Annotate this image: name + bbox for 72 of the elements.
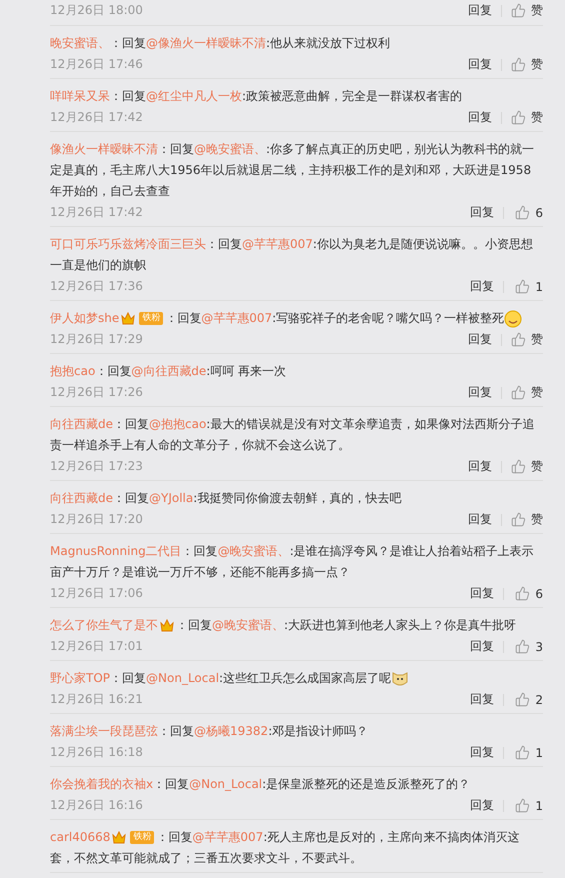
reply-link[interactable]: 回复 bbox=[468, 384, 492, 401]
like-button[interactable]: 赞 bbox=[511, 384, 543, 401]
comment-text: 向往西藏de：回复@抱抱cao:最大的错误就是没有对文革余孽追责，如果像对法西斯分子追责一样追杀手上有人命的文革分子，你就不会这么说了。 bbox=[50, 416, 536, 454]
comment-time: 12月26日 17:46 bbox=[50, 56, 144, 73]
comment-text: 怎么了你生气了是不 ：回复@晚安蜜语、:大跃进也算到他老人家头上？你是真牛批呀 bbox=[50, 617, 518, 634]
reply-link[interactable]: 回复 bbox=[470, 744, 494, 761]
like-button[interactable]: 3 bbox=[513, 639, 543, 654]
comment-time: 12月26日 17:01 bbox=[50, 638, 144, 655]
thumbs-up-icon bbox=[515, 745, 530, 760]
thumbs-up-icon bbox=[515, 279, 530, 294]
reply-link[interactable]: 回复 bbox=[470, 638, 494, 655]
reply-link[interactable]: 回复 bbox=[468, 458, 492, 475]
fan-badge: 铁粉 bbox=[130, 831, 154, 844]
like-button[interactable]: 6 bbox=[513, 205, 543, 220]
like-button[interactable]: 赞 bbox=[511, 511, 543, 528]
comment-time: 12月26日 18:00 bbox=[50, 2, 144, 19]
reply-link[interactable]: 回复 bbox=[468, 2, 492, 19]
comment-time: 12月26日 17:26 bbox=[50, 384, 144, 401]
comment-text: MagnusRonning二代目：回复@晚安蜜语、:是谁在搞浮夸风？是谁让人抬着站稻子上表示亩产十万斤？是谁说一万斤不够，还能不能再多搞一点？ bbox=[50, 543, 535, 581]
comment-text: carl40668 铁粉 ：回复@芊芊惠007:死人主席也是反对的，主席向来不搞肉体消灭这套，不然文革可能就成了；三番五次要求文斗，不要武斗。 bbox=[50, 829, 520, 867]
comment-text: 咩咩呆又呆：回复@红尘中凡人一枚:政策被恶意曲解，完全是一群谋权者害的 bbox=[50, 88, 464, 105]
reply-link[interactable]: 回复 bbox=[468, 331, 492, 348]
comment-time: 12月26日 17:42 bbox=[50, 204, 144, 221]
thumbs-up-icon bbox=[515, 205, 530, 220]
comment-text: 像渔火一样暧昧不清：回复@晚安蜜语、:你多了解点真正的历史吧，别光认为教科书的就一定是真的，毛主席八大1956年以后就退居二线，主持积极工作的是刘和邓，大跃进是1958年开始的，自己去查查 bbox=[50, 141, 536, 200]
reply-link[interactable]: 回复 bbox=[470, 797, 494, 814]
comment-text: 你会挽着我的衣袖x：回复@Non_Local:是保皇派整死的还是造反派整死了的？ bbox=[50, 776, 472, 793]
reply-link[interactable]: 回复 bbox=[468, 109, 492, 126]
comment-time: 12月26日 16:21 bbox=[50, 691, 144, 708]
comment-text: 向往西藏de：回复@YJolla:我挺赞同你偷渡去朝鲜，真的，快去吧 bbox=[50, 490, 402, 507]
like-button[interactable]: 赞 bbox=[511, 2, 543, 19]
comment-time: 12月26日 16:18 bbox=[50, 744, 144, 761]
comment-text: 落满尘埃一段琵琶弦：回复@杨曦19382:邓是指设计师吗？ bbox=[50, 723, 370, 740]
like-button[interactable]: 2 bbox=[513, 692, 543, 707]
thumbs-up-icon bbox=[511, 110, 526, 125]
like-button[interactable]: 6 bbox=[513, 586, 543, 601]
comment-text: 伊人如梦she 铁粉 ：回复@芊芊惠007:写骆驼祥子的老舍呢？嘴欠吗？一样被整死 bbox=[50, 308, 543, 329]
thumbs-up-icon bbox=[515, 798, 530, 813]
thumbs-up-icon bbox=[511, 332, 526, 347]
thumbs-up-icon bbox=[511, 385, 526, 400]
thumbs-up-icon bbox=[515, 586, 530, 601]
reply-link[interactable]: 回复 bbox=[470, 204, 494, 221]
reply-link[interactable]: 回复 bbox=[468, 511, 492, 528]
fan-badge: 铁粉 bbox=[139, 312, 164, 326]
like-button[interactable]: 赞 bbox=[511, 56, 543, 73]
thumbs-up-icon bbox=[511, 512, 526, 527]
comment-time: 12月26日 17:06 bbox=[50, 585, 144, 602]
like-button[interactable]: 赞 bbox=[511, 109, 543, 126]
like-button[interactable]: 1 bbox=[513, 798, 543, 813]
reply-link[interactable]: 回复 bbox=[470, 278, 494, 295]
thumbs-up-icon bbox=[511, 3, 526, 18]
comment-text: 抱抱cao：回复@向往西藏de:呵呵 再来一次 bbox=[50, 363, 288, 380]
thumbs-up-icon bbox=[515, 639, 530, 654]
comment-time: 12月26日 17:20 bbox=[50, 511, 144, 528]
comment-text: 晚安蜜语、：回复@像渔火一样暧昧不清:他从来就没放下过权利 bbox=[50, 35, 392, 52]
reply-link[interactable]: 回复 bbox=[468, 56, 492, 73]
comment-time: 12月26日 17:42 bbox=[50, 109, 144, 126]
thumbs-up-icon bbox=[511, 57, 526, 72]
comment-time: 12月26日 17:36 bbox=[50, 278, 144, 295]
like-button[interactable]: 1 bbox=[513, 745, 543, 760]
like-button[interactable]: 1 bbox=[513, 279, 543, 294]
like-button[interactable]: 赞 bbox=[511, 331, 543, 348]
comment-text: 野心家TOP：回复@Non_Local:这些红卫兵怎么成国家高层了呢 bbox=[50, 668, 543, 689]
comment-time: 12月26日 17:23 bbox=[50, 458, 144, 475]
comment-text: 可口可乐巧乐兹烤冷面三巨头：回复@芊芊惠007:你以为臭老九是随便说说嘛。。小资思想一直是他们的旗帜 bbox=[50, 236, 534, 274]
thumbs-up-icon bbox=[511, 459, 526, 474]
like-button[interactable]: 赞 bbox=[511, 458, 543, 475]
reply-link[interactable]: 回复 bbox=[470, 691, 494, 708]
comment-time: 12月26日 16:16 bbox=[50, 797, 144, 814]
reply-link[interactable]: 回复 bbox=[470, 585, 494, 602]
thumbs-up-icon bbox=[515, 692, 530, 707]
comment-time: 12月26日 17:29 bbox=[50, 331, 144, 348]
